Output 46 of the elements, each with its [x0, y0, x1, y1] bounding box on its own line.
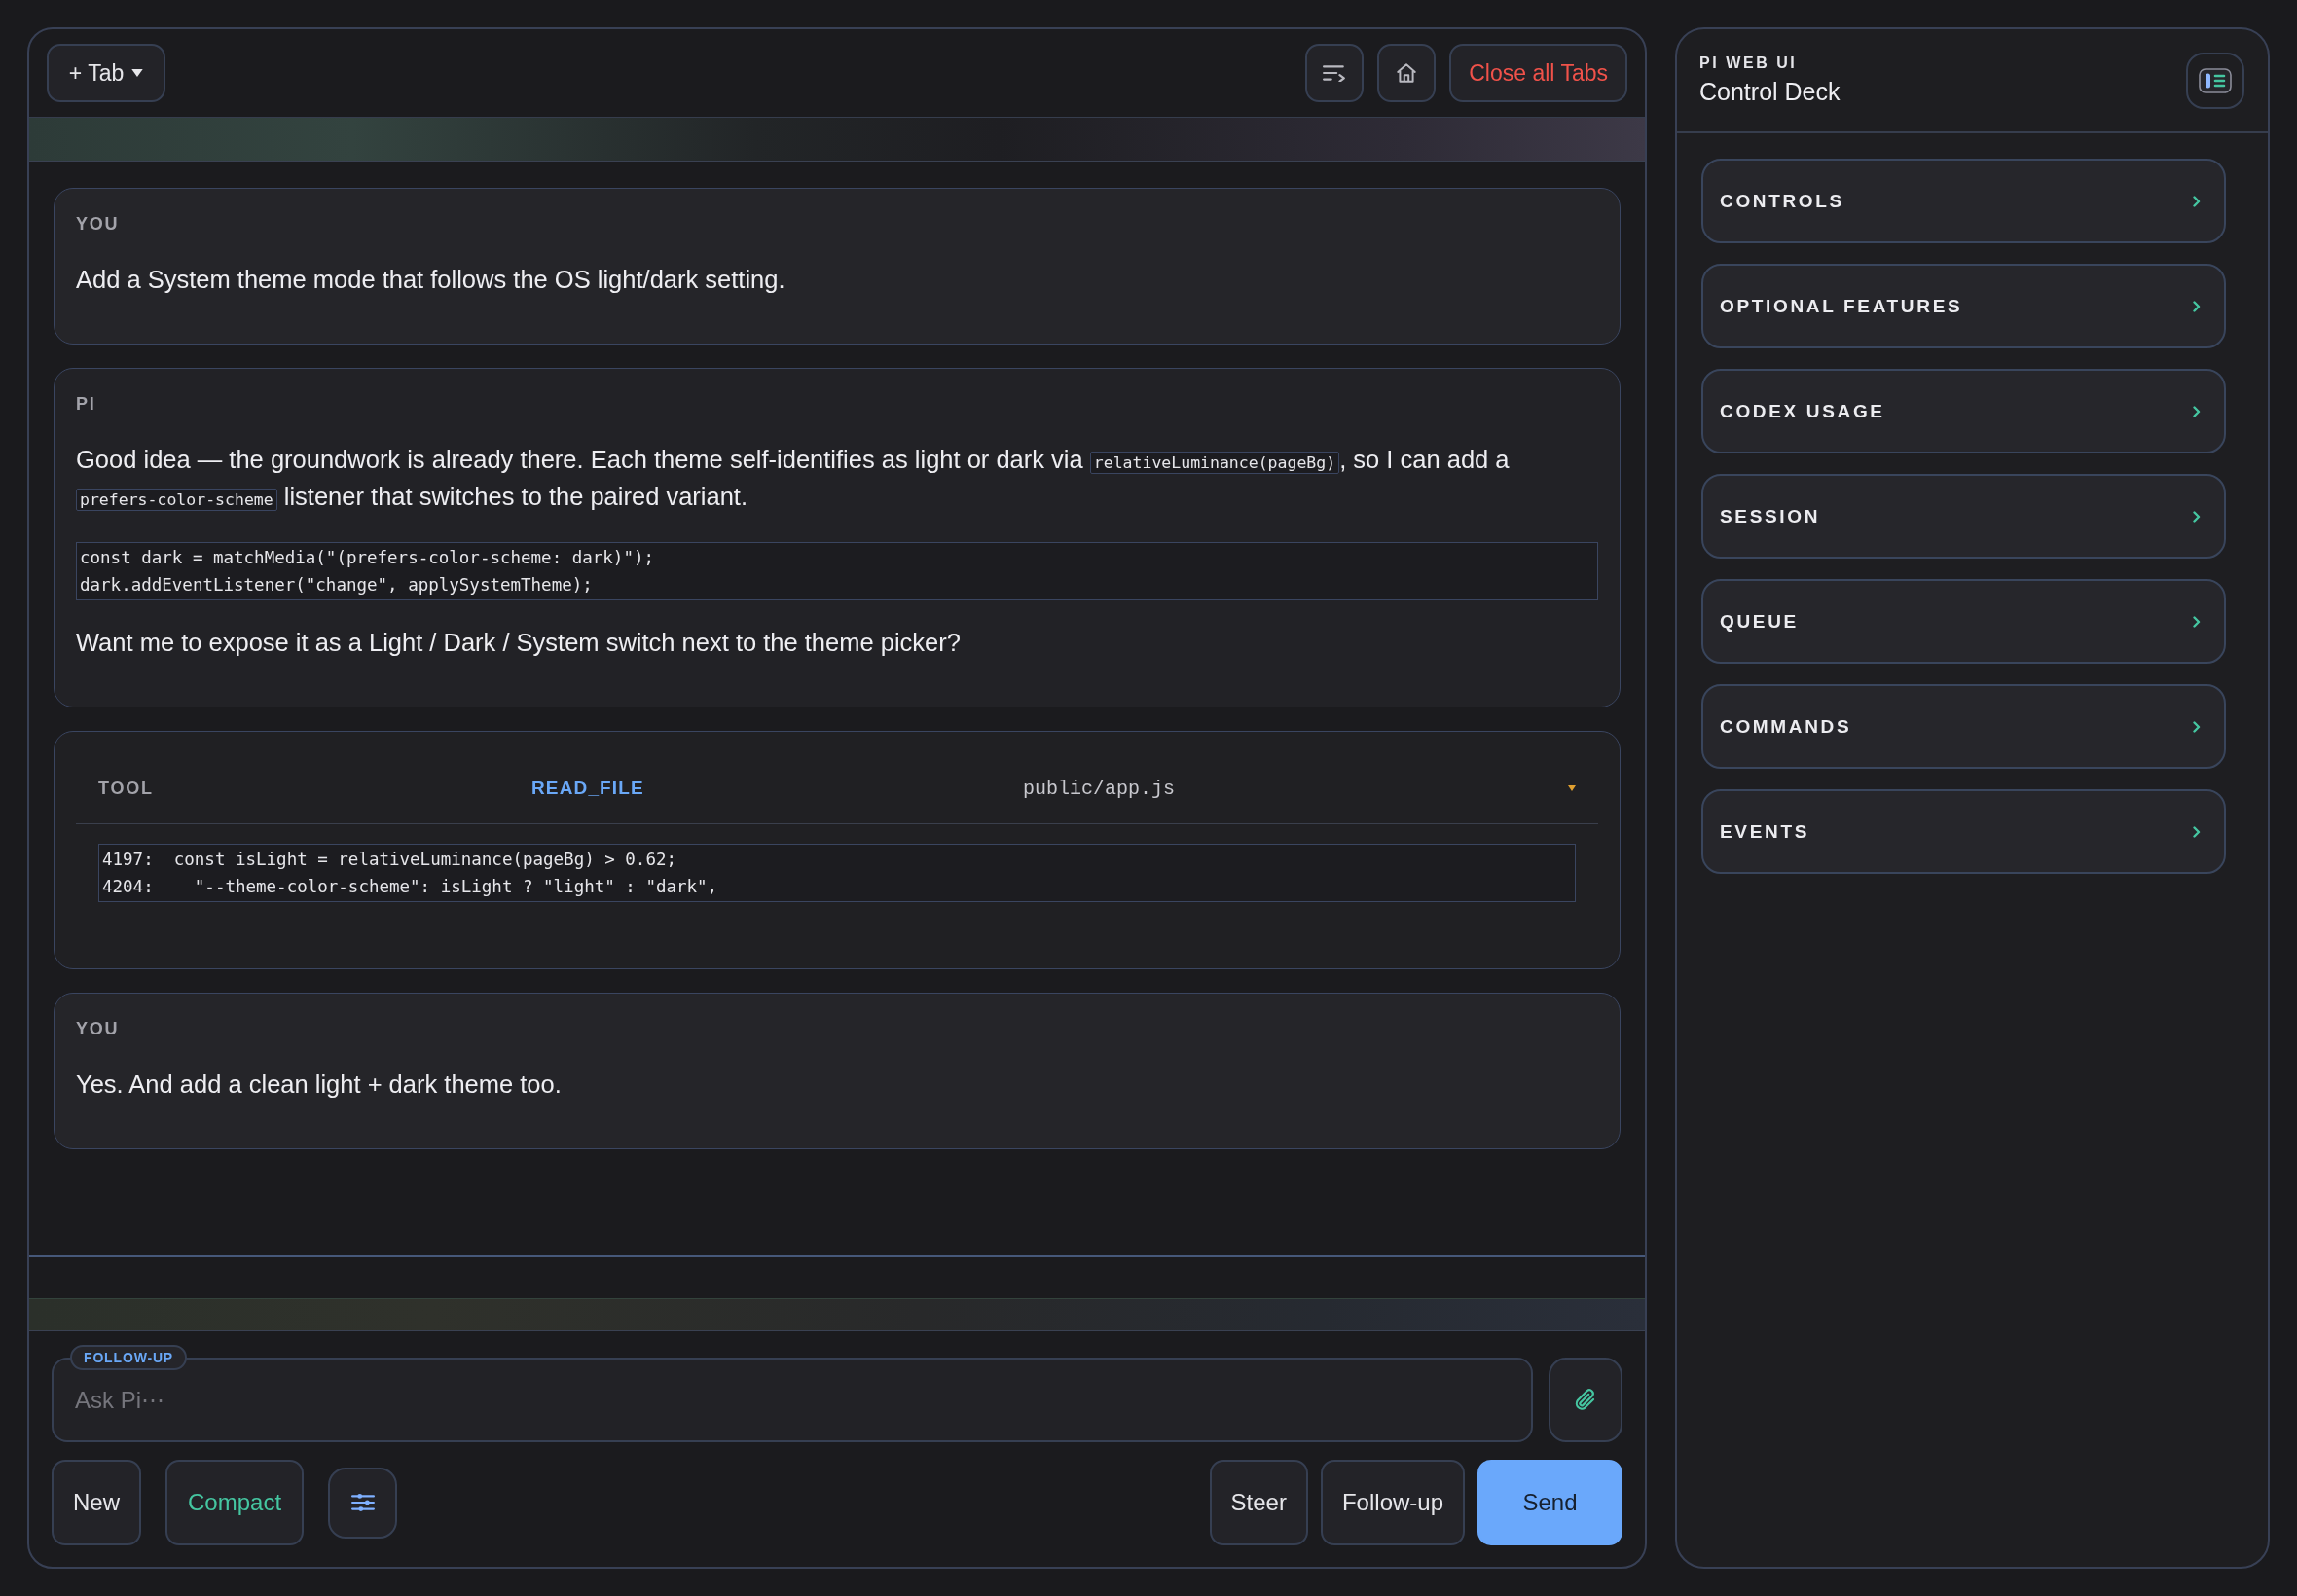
chevron-right-icon	[2193, 510, 2201, 523]
file-path: public/app.js	[1023, 777, 1177, 800]
chevron-right-icon	[2193, 405, 2201, 417]
chevron-right-icon	[2193, 615, 2201, 628]
section-item[interactable]: COMMANDS	[1701, 684, 2226, 769]
panel-toggle-button[interactable]	[2186, 52, 2244, 109]
sender-label: PI	[76, 393, 97, 416]
sender-label: TOOL	[98, 778, 155, 800]
section-item[interactable]: CODEX USAGE	[1701, 369, 2226, 453]
panel-title: Control Deck	[1699, 78, 1841, 106]
section-item[interactable]: QUEUE	[1701, 579, 2226, 664]
sender-label: YOU	[76, 1018, 121, 1040]
action-button[interactable]: Follow-up	[1320, 1460, 1465, 1545]
section-item[interactable]: EVENTS	[1701, 789, 2226, 874]
message-text: Good idea — the groundwork is already there. Each theme self-identifies as light or dark via relativeLuminance(pageBg), so I can add a prefers-color-scheme listener that switches to the paired variant.	[76, 445, 1511, 513]
lines-arrow-icon	[1323, 64, 1347, 82]
close-all-tabs-button[interactable]: Close all Tabs	[1449, 44, 1627, 102]
section-item[interactable]: SESSION	[1701, 474, 2226, 559]
chevron-right-icon	[2193, 195, 2201, 207]
section-item[interactable]: OPTIONAL FEATURES	[1701, 264, 2226, 348]
attach-button[interactable]	[1549, 1358, 1622, 1442]
caret-down-icon	[131, 69, 144, 77]
section-item[interactable]: CONTROLS	[1701, 159, 2226, 243]
home-button[interactable]	[1377, 44, 1437, 102]
chevron-right-icon	[2193, 720, 2201, 733]
tool-name: READ_FILE	[531, 778, 645, 799]
send-button[interactable]: Send	[1477, 1460, 1622, 1545]
action-button[interactable]: Steer	[1209, 1460, 1308, 1545]
code-block: const dark = matchMedia("(prefers-color-scheme: dark)"); dark.addEventListener("change", applySystemTheme);	[76, 542, 1598, 600]
action-button[interactable]: Compact	[165, 1460, 305, 1545]
chevron-right-icon	[2193, 825, 2201, 838]
message-text: Add a System theme mode that follows the OS light/dark setting.	[76, 265, 786, 295]
home-icon	[1396, 62, 1418, 84]
new-tab-button[interactable]: + Tab	[47, 44, 165, 102]
message-text: Yes. And add a clean light + dark theme too.	[76, 1070, 563, 1100]
chevron-right-icon	[2193, 300, 2201, 312]
eyebrow-label: PI WEB UI	[1699, 54, 1799, 72]
action-button[interactable]: New	[52, 1460, 141, 1545]
mode-badge: FOLLOW-UP	[70, 1345, 188, 1370]
sliders-button[interactable]	[328, 1467, 398, 1539]
message-text: Want me to expose it as a Light / Dark / System switch next to the theme picker?	[76, 628, 962, 658]
code-block: 4197: const isLight = relativeLuminance(pageBg) > 0.62; 4204: "--theme-color-scheme": isLight ? "light" : "dark",	[98, 844, 1576, 902]
sliders-icon	[350, 1494, 375, 1511]
panel-layout-icon	[2199, 67, 2232, 93]
lines-arrow-button[interactable]	[1305, 44, 1365, 102]
sender-label: YOU	[76, 213, 121, 236]
